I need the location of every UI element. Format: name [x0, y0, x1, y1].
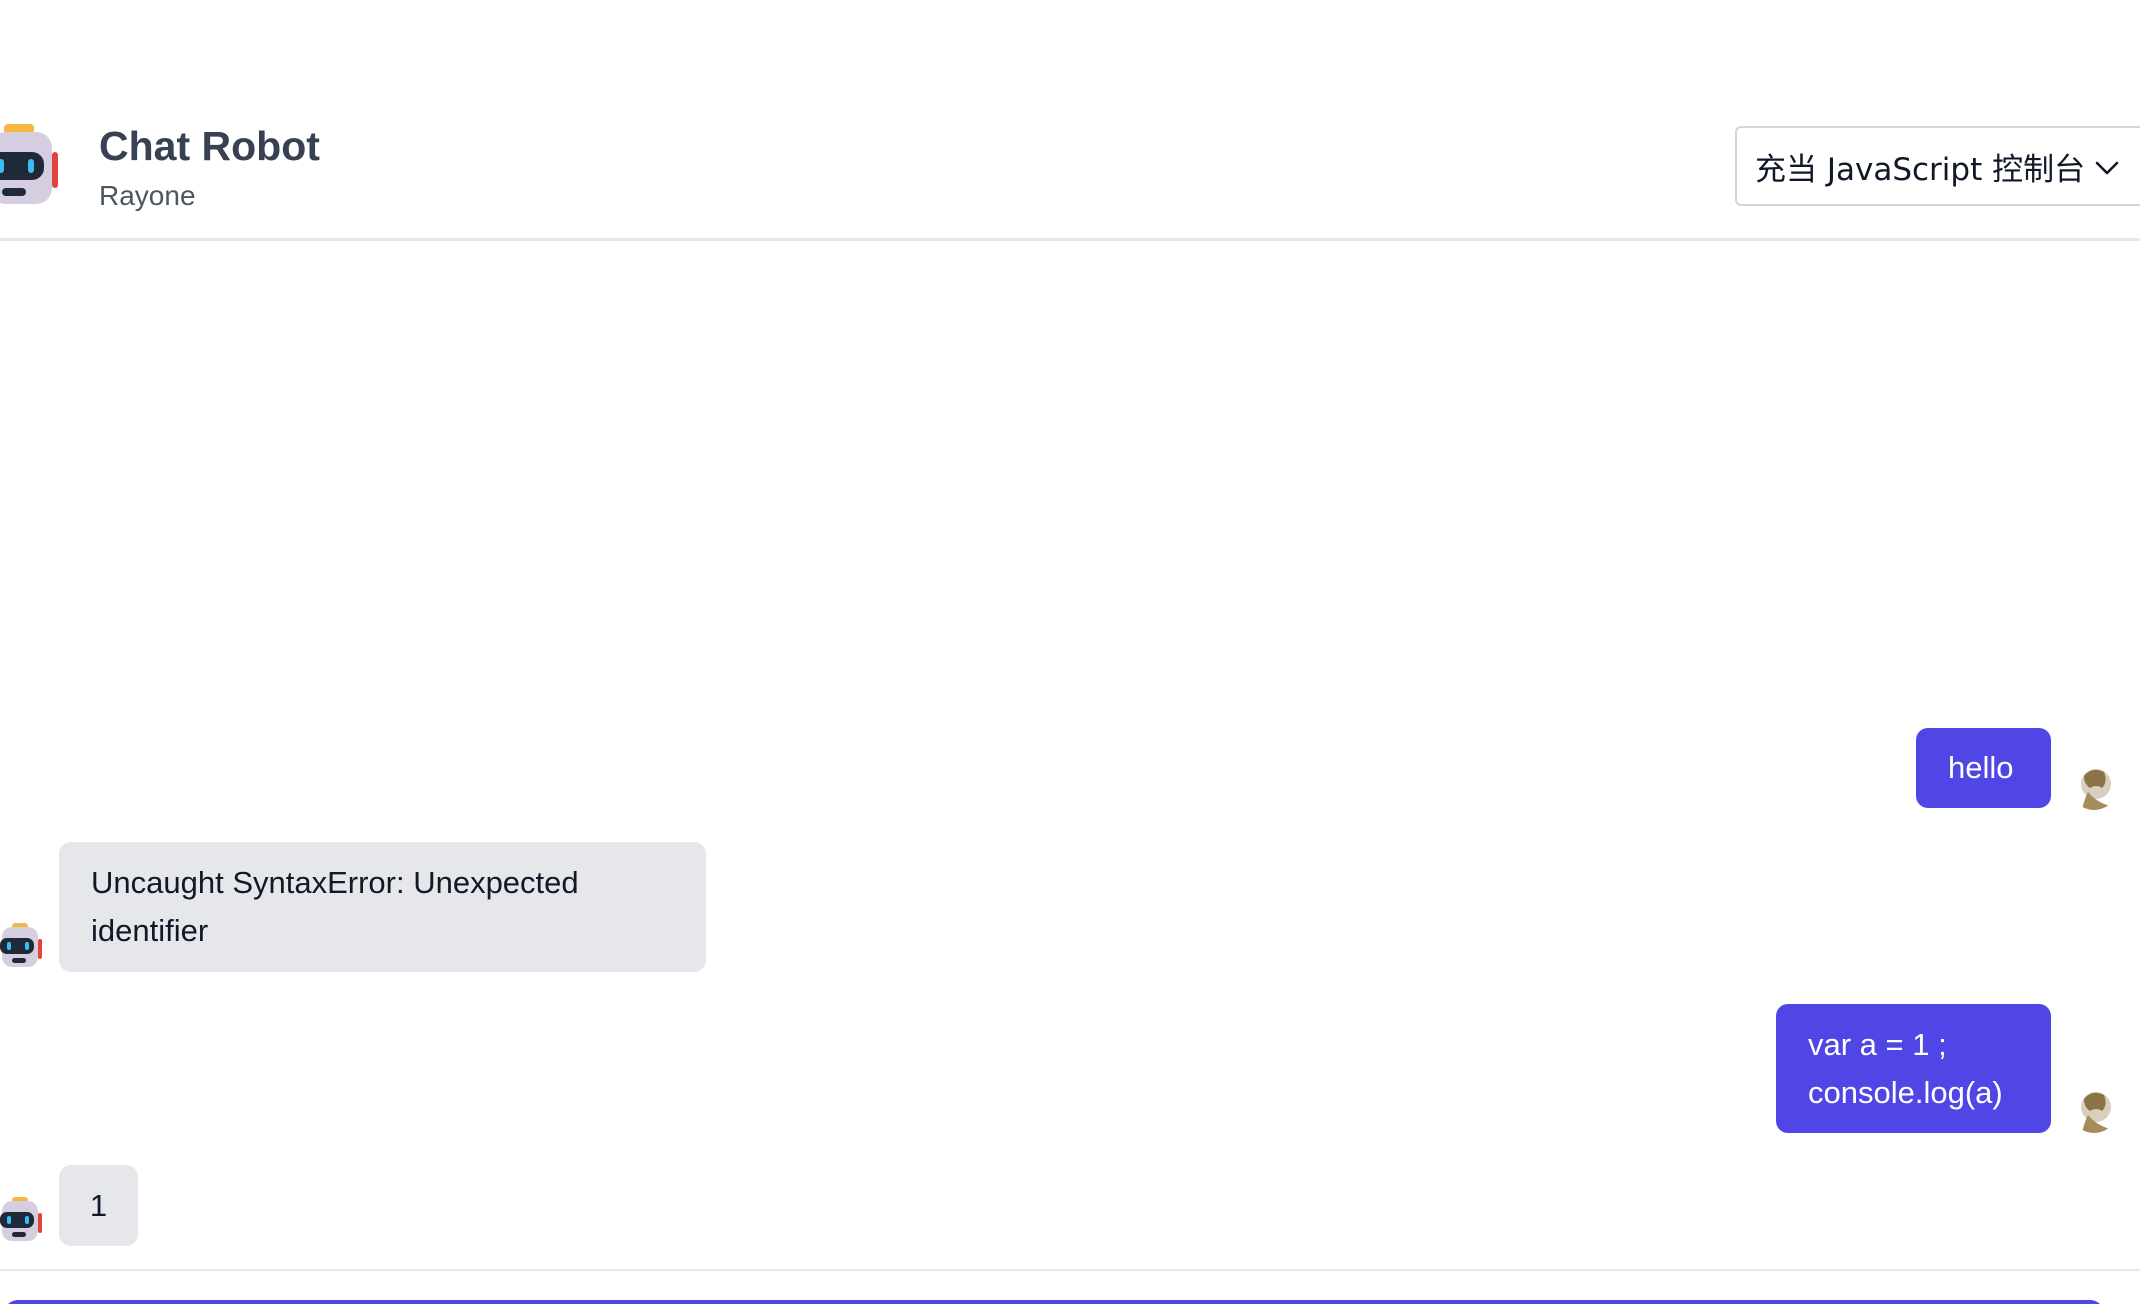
robot-icon — [0, 1197, 42, 1241]
message-text-line: identifier — [91, 913, 209, 948]
message-text-line: console.log(a) — [1808, 1074, 2003, 1110]
bot-message-bubble: Uncaught SyntaxError: Unexpected identif… — [59, 842, 706, 972]
message-input[interactable] — [4, 1300, 2104, 1304]
role-select[interactable]: 充当 JavaScript 控制台 — [1735, 126, 2140, 206]
role-select-value: 充当 JavaScript 控制台 — [1755, 151, 2086, 188]
user-avatar-icon — [2070, 1085, 2118, 1133]
user-avatar — [2070, 762, 2118, 810]
chat-subtitle: Rayone — [99, 180, 196, 211]
user-avatar — [2070, 1085, 2118, 1133]
chat-title: Chat Robot — [99, 123, 320, 169]
chat-header: Chat Robot Rayone 充当 JavaScript 控制台 — [0, 0, 2140, 241]
chat-app: Chat Robot Rayone 充当 JavaScript 控制台 hell… — [0, 0, 2140, 1304]
message-text-line: var a = 1 ; — [1808, 1026, 1947, 1062]
chevron-down-icon — [2095, 161, 2119, 175]
user-avatar-icon — [2070, 762, 2118, 810]
user-message-bubble: var a = 1 ; console.log(a) — [1776, 1004, 2051, 1133]
message-text: hello — [1948, 750, 2014, 785]
robot-icon — [0, 124, 58, 204]
message-list: hello Uncaught SyntaxError: Unexpected i… — [0, 241, 2140, 1269]
bot-message-bubble: 1 — [59, 1165, 138, 1246]
robot-icon — [0, 923, 42, 967]
message-text-line: Uncaught SyntaxError: Unexpected — [91, 865, 579, 900]
message-text: 1 — [89, 1187, 108, 1223]
composer-divider — [0, 1269, 2140, 1271]
user-message-bubble: hello — [1916, 728, 2051, 808]
